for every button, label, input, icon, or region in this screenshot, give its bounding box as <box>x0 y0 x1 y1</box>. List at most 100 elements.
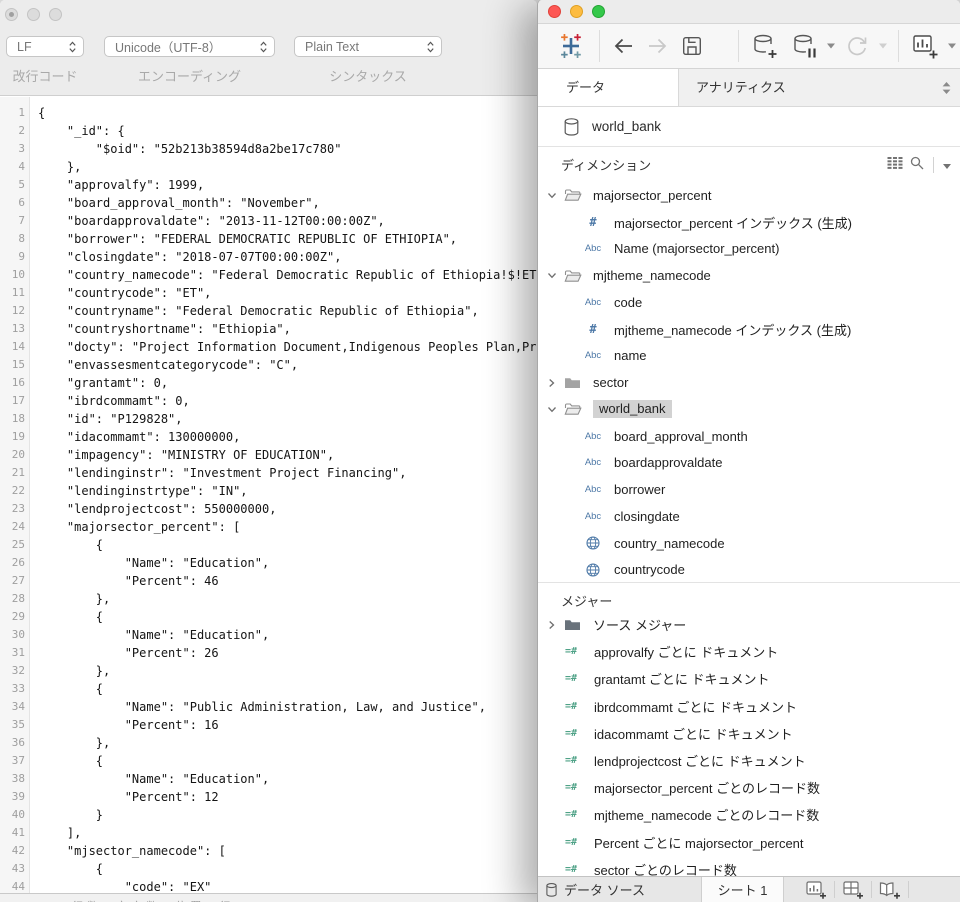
code-line: "$oid": "52b213b38594d8a2be17c780" <box>38 140 537 158</box>
line-number: 11 <box>0 284 29 302</box>
code-line: "lendinginstrtype": "IN", <box>38 482 537 500</box>
field-row-mjtheme-namecode[interactable]: =#mjtheme_namecode ごとのレコード数 <box>538 801 960 828</box>
field-row-ibrdcommamt[interactable]: =#ibrdcommamt ごとに ドキュメント <box>538 693 960 720</box>
line-number: 31 <box>0 644 29 662</box>
measure-field-icon: =# <box>558 646 584 657</box>
number-field-icon: # <box>578 322 608 336</box>
field-row-majorsector-percent[interactable]: =# majorsector_percent ごとのレコード数 <box>538 774 960 801</box>
minimize-button-icon[interactable] <box>570 5 583 18</box>
syntax-value: Plain Text <box>305 40 426 54</box>
field-row-grantamt[interactable]: =#grantamt ごとに ドキュメント <box>538 665 960 692</box>
new-worksheet-button[interactable] <box>912 33 939 59</box>
field-row-majorsector-percent[interactable]: majorsector_percent <box>538 182 960 209</box>
zoom-button-icon[interactable] <box>49 8 62 21</box>
field-row-mjtheme-namecode[interactable]: #mjtheme_namecode インデックス (生成) <box>538 316 960 343</box>
line-number: 32 <box>0 662 29 680</box>
field-row-sector[interactable]: sector <box>538 369 960 396</box>
field-label: world_bank <box>593 400 672 418</box>
line-number: 18 <box>0 410 29 428</box>
database-icon <box>564 118 579 136</box>
code-line: "grantamt": 0, <box>38 374 537 392</box>
pane-sort-icon[interactable] <box>942 82 951 97</box>
field-row-mjtheme-namecode[interactable]: mjtheme_namecode <box>538 262 960 289</box>
code-line: "closingdate": "2018-07-07T00:00:00Z", <box>38 248 537 266</box>
field-row-lendprojectcost[interactable]: =#lendprojectcost ごとに ドキュメント <box>538 747 960 774</box>
refresh-dropdown-caret-icon[interactable] <box>879 44 887 49</box>
field-row-percent-majorsector-percent[interactable]: =#Percent ごとに majorsector_percent <box>538 829 960 856</box>
line-number: 17 <box>0 392 29 410</box>
line-number: 7 <box>0 212 29 230</box>
code-editor[interactable]: { "_id": { "$oid": "52b213b38594d8a2be17… <box>30 97 537 902</box>
search-icon[interactable] <box>910 156 924 173</box>
field-row-idacommamt[interactable]: =#idacommamt ごとに ドキュメント <box>538 720 960 747</box>
string-field-icon: Abc <box>578 484 608 495</box>
back-button[interactable] <box>610 34 636 58</box>
new-dashboard-button[interactable] <box>835 877 871 902</box>
code-line: "boardapprovaldate": "2013-11-12T00:00:0… <box>38 212 537 230</box>
line-number: 39 <box>0 788 29 806</box>
tab-analytics-label: アナリティクス <box>696 80 786 95</box>
view-as-grid-icon[interactable] <box>887 157 903 172</box>
new-dashboard-icon <box>843 881 864 899</box>
field-row-boardapprovaldate[interactable]: Abcboardapprovaldate <box>538 450 960 477</box>
folder-icon <box>563 618 582 631</box>
measure-field-icon: =# <box>558 673 584 684</box>
field-row-closingdate[interactable]: Abcclosingdate <box>538 503 960 530</box>
field-row-[interactable]: ソース メジャー <box>538 611 960 638</box>
save-button[interactable] <box>680 34 704 58</box>
line-number: 37 <box>0 752 29 770</box>
tableau-logo-icon <box>558 33 584 59</box>
tab-analytics[interactable]: アナリティクス <box>679 69 960 106</box>
field-row-code[interactable]: Abccode <box>538 289 960 316</box>
field-row-countrycode[interactable]: countrycode <box>538 557 960 584</box>
folder-icon <box>563 402 582 416</box>
line-number: 34 <box>0 698 29 716</box>
dimensions-menu-caret-icon[interactable] <box>943 157 951 172</box>
field-row-board-approval-month[interactable]: Abcboard_approval_month <box>538 423 960 450</box>
pause-dropdown-caret-icon[interactable] <box>827 44 835 49</box>
encoding-select[interactable]: Unicode（UTF-8） <box>104 36 275 57</box>
line-number: 28 <box>0 590 29 608</box>
new-worksheet-tab-button[interactable] <box>798 877 834 902</box>
zoom-button-icon[interactable] <box>592 5 605 18</box>
close-button-icon[interactable] <box>5 8 18 21</box>
field-row-name-majorsector-percent[interactable]: AbcName (majorsector_percent) <box>538 236 960 263</box>
close-button-icon[interactable] <box>548 5 561 18</box>
tab-data-source[interactable]: データ ソース <box>538 877 701 902</box>
minimize-button-icon[interactable] <box>27 8 40 21</box>
pause-auto-updates-button[interactable] <box>792 33 818 59</box>
field-row-approvalfy[interactable]: =# approvalfy ごとに ドキュメント <box>538 638 960 665</box>
code-line: "envassesmentcategorycode": "C", <box>38 356 537 374</box>
syntax-select[interactable]: Plain Text <box>294 36 442 57</box>
pane-tabs: データ アナリティクス <box>538 69 960 107</box>
field-row-world-bank[interactable]: world_bank <box>538 396 960 423</box>
forward-button[interactable] <box>645 34 671 58</box>
number-field-icon: # <box>578 215 608 229</box>
field-row-majorsector-percent[interactable]: #majorsector_percent インデックス (生成) <box>538 209 960 236</box>
field-label: sector <box>593 375 628 390</box>
tab-sheet-1[interactable]: シート 1 <box>701 877 784 902</box>
measure-field-icon: =# <box>558 782 584 793</box>
datasource-name: world_bank <box>592 119 661 134</box>
tab-data[interactable]: データ <box>538 69 679 106</box>
line-ending-select[interactable]: LF <box>6 36 84 57</box>
line-number: 5 <box>0 176 29 194</box>
string-field-icon: Abc <box>578 431 608 442</box>
field-row-borrower[interactable]: Abcborrower <box>538 476 960 503</box>
field-label: ソース メジャー <box>593 615 686 634</box>
field-row-country-namecode[interactable]: country_namecode <box>538 530 960 557</box>
editor-window-controls <box>5 8 62 21</box>
line-number: 23 <box>0 500 29 518</box>
field-label: approvalfy ごとに ドキュメント <box>594 642 778 661</box>
refresh-button[interactable] <box>844 33 870 59</box>
datasource-row[interactable]: world_bank <box>538 107 960 147</box>
code-line: "lendprojectcost": 550000000, <box>38 500 537 518</box>
editor-toolbar: LF Unicode（UTF-8） Plain Text 改行コード エンコーデ… <box>0 0 537 96</box>
add-datasource-button[interactable] <box>752 33 778 59</box>
new-story-button[interactable] <box>872 877 908 902</box>
field-row-name[interactable]: Abcname <box>538 343 960 370</box>
line-number: 6 <box>0 194 29 212</box>
header-divider <box>933 157 934 173</box>
field-label: majorsector_percent ごとのレコード数 <box>594 778 820 797</box>
new-worksheet-caret-icon[interactable] <box>948 44 956 49</box>
